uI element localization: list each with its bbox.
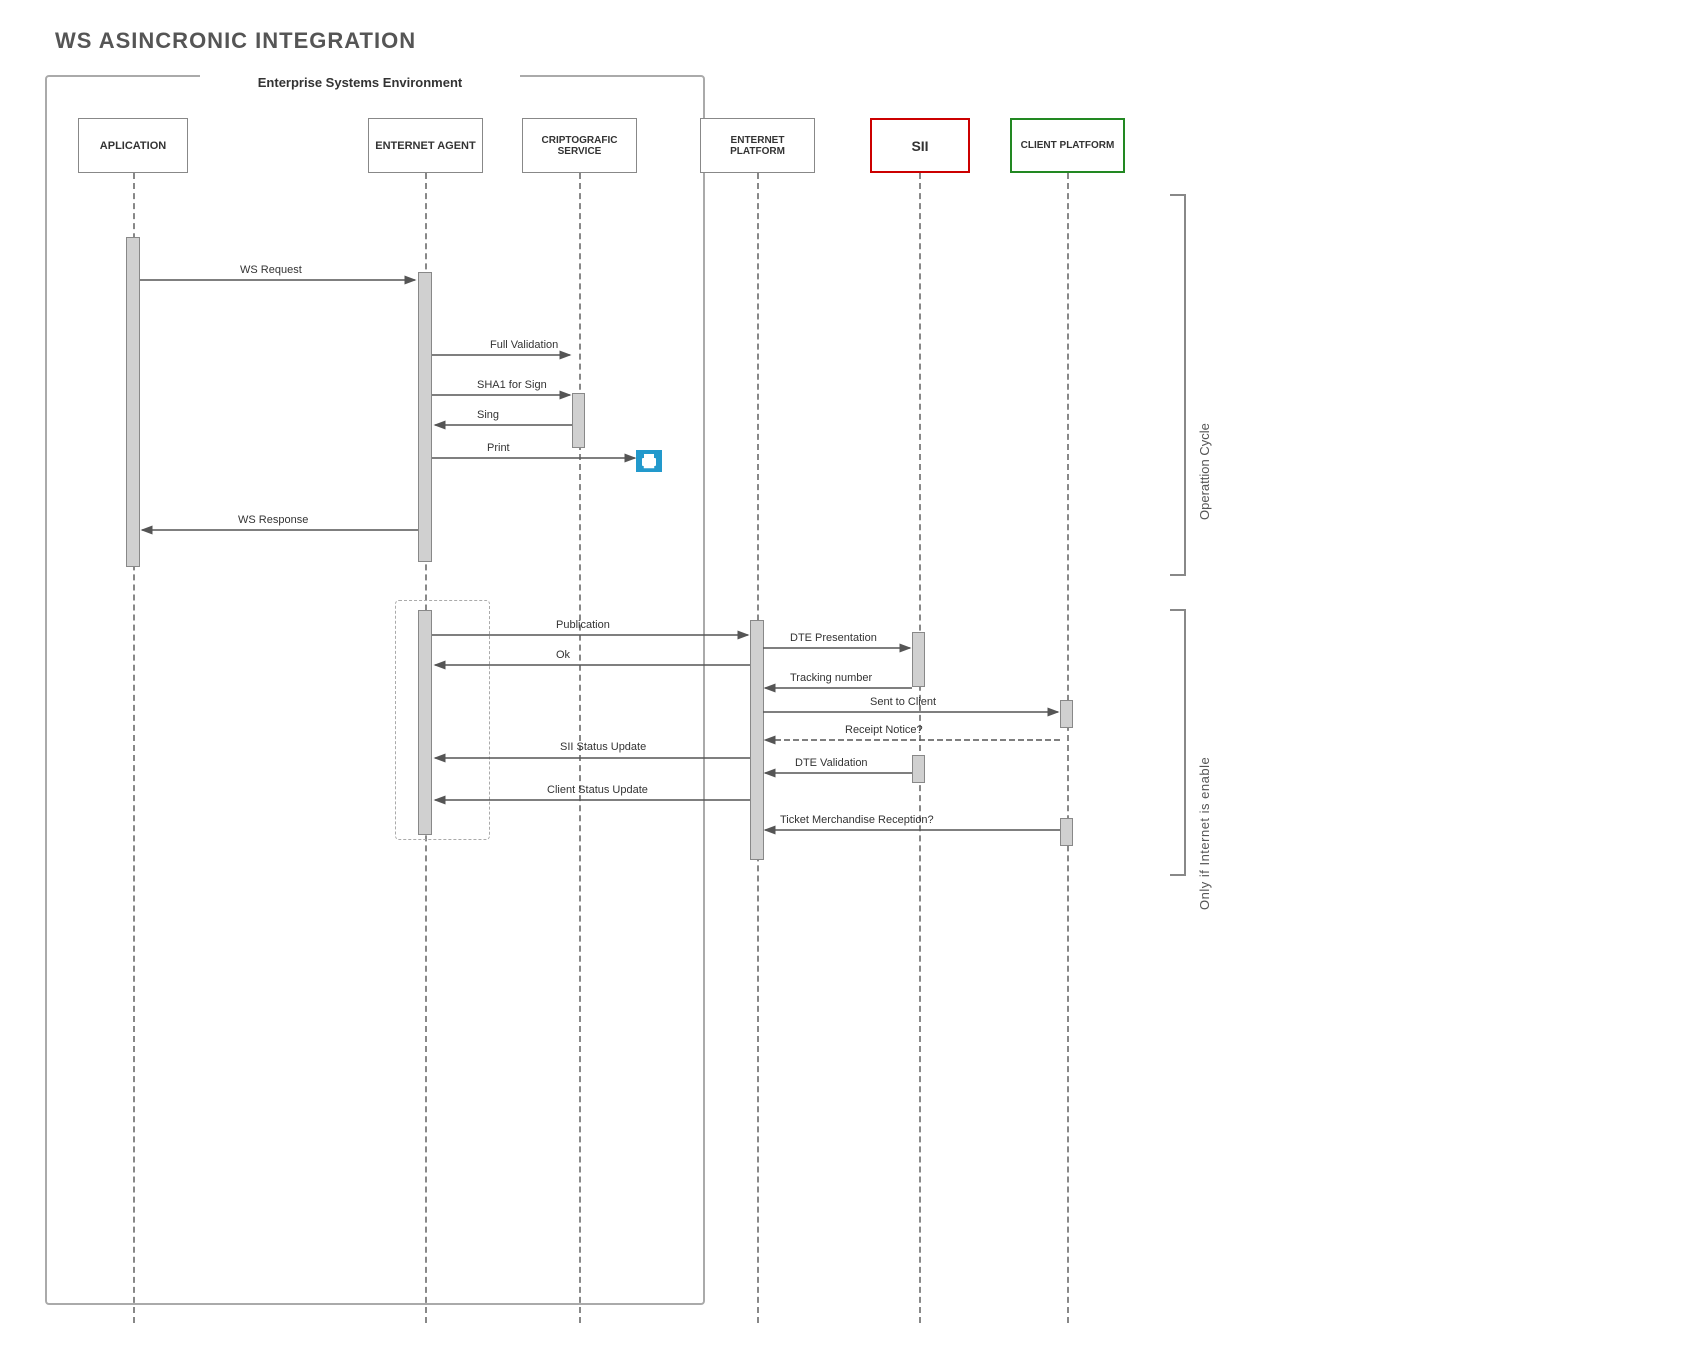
printer-icon <box>636 450 662 472</box>
activation-criptografic <box>572 393 585 448</box>
label-tracking: Tracking number <box>790 672 872 684</box>
enterprise-label: Enterprise Systems Environment <box>200 75 520 90</box>
label-sent-to-client: Sent to Client <box>870 696 936 708</box>
label-sii-status: SII Status Update <box>560 741 646 753</box>
label-sha1: SHA1 for Sign <box>477 379 547 391</box>
label-receipt-notice: Receipt Notice? <box>845 724 923 736</box>
label-full-validation: Full Validation <box>490 339 558 351</box>
page-title: WS ASINCRONIC INTEGRATION <box>55 28 416 54</box>
participant-client-platform: CLIENT PLATFORM <box>1010 118 1125 173</box>
label-publication: Publication <box>556 619 610 631</box>
activation-enternet-platform-2 <box>750 620 764 860</box>
lifeline-sii <box>919 173 921 1323</box>
participant-enternet-agent: ENTERNET AGENT <box>368 118 483 173</box>
brace-operation-cycle: Operattion Cycle <box>1197 320 1212 520</box>
activation-enternet-agent-1 <box>418 272 432 562</box>
activation-aplication <box>126 237 140 567</box>
lifeline-client-platform <box>1067 173 1069 1323</box>
label-print: Print <box>487 442 510 454</box>
participant-aplication: APLICATION <box>78 118 188 173</box>
diagram-container: WS ASINCRONIC INTEGRATION Enterprise Sys… <box>0 0 1689 1367</box>
label-dte-validation: DTE Validation <box>795 757 868 769</box>
group-operation-cycle <box>395 600 490 840</box>
label-ticket-merchandise: Ticket Merchandise Reception? <box>780 814 934 826</box>
label-sing: Sing <box>477 409 499 421</box>
participant-enternet-platform: ENTERNET PLATFORM <box>700 118 815 173</box>
label-client-status: Client Status Update <box>547 784 648 796</box>
participant-criptografic: CRIPTOGRAFIC SERVICE <box>522 118 637 173</box>
brace-internet-enable: Only if Internet is enable <box>1197 680 1212 910</box>
activation-client-1 <box>1060 700 1073 728</box>
label-ws-response: WS Response <box>238 514 308 526</box>
enterprise-box <box>45 75 705 1305</box>
activation-sii-1 <box>912 632 925 687</box>
label-ok: Ok <box>556 649 570 661</box>
activation-sii-dtevalidation <box>912 755 925 783</box>
label-dte-presentation: DTE Presentation <box>790 632 877 644</box>
activation-client-2 <box>1060 818 1073 846</box>
participant-sii: SII <box>870 118 970 173</box>
label-ws-request: WS Request <box>240 264 302 276</box>
